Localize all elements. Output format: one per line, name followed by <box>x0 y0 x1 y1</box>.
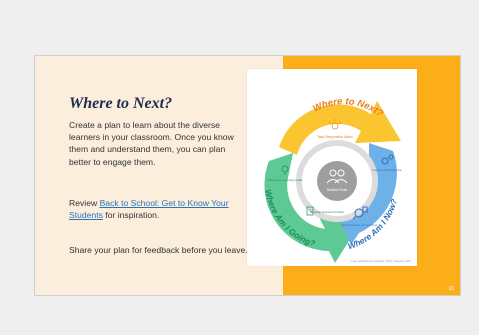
review-prefix: Review <box>69 198 100 208</box>
slide-title: Where to Next? <box>69 95 173 112</box>
slide: 16 Where to Next? Create a plan to learn… <box>34 55 461 296</box>
step-learning-goals: Determine Learning Goals <box>267 178 303 182</box>
share-paragraph: Share your plan for feedback before you … <box>69 245 248 255</box>
step-elicit-evidence: Elicit Evidence of Learning <box>341 223 377 227</box>
page-number: 16 <box>448 286 454 292</box>
step-success-criteria: Develop Success Criteria <box>310 210 344 214</box>
cycle-svg: Student Role Take Responsive Action Dete… <box>263 96 402 263</box>
center-label: Student Role <box>327 188 348 192</box>
step-take-action: Take Responsive Action <box>317 135 353 139</box>
intro-paragraph: Create a plan to learn about the diverse… <box>69 120 234 167</box>
step-interpret-evidence: Interpret the Evidence <box>372 168 402 172</box>
review-suffix: for inspiration. <box>102 210 160 221</box>
image-credit: Image adapted from Heritage, 2010; Chapp… <box>350 260 411 263</box>
review-paragraph: Review Back to School: Get to Know Your … <box>69 197 249 221</box>
formative-cycle-diagram: Student Role Take Responsive Action Dete… <box>247 69 417 266</box>
